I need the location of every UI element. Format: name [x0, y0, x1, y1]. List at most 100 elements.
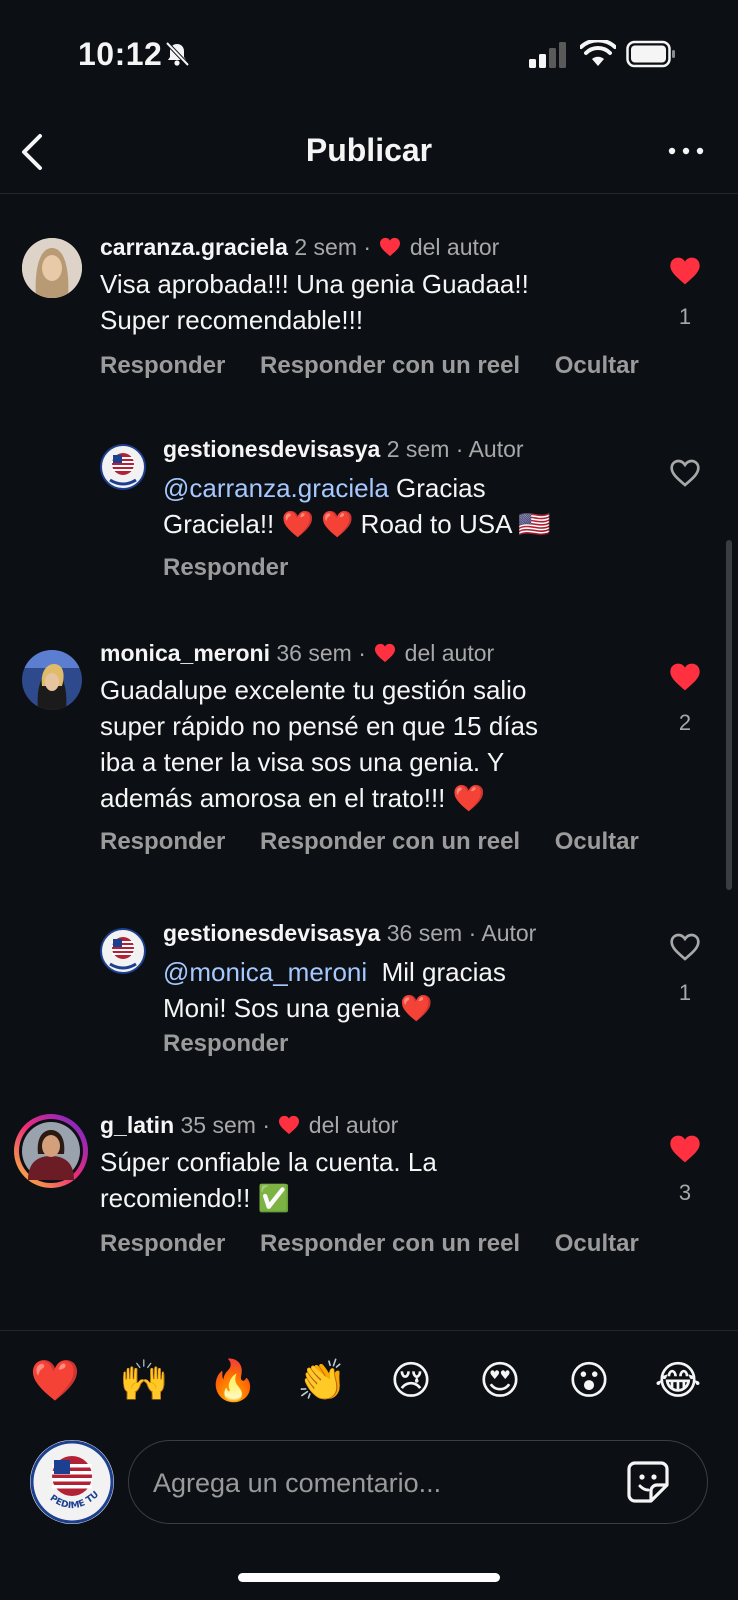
author-badge: del autor	[404, 640, 495, 666]
comment: monica_meroni 36 sem · del autor Guadalu…	[0, 636, 738, 876]
reply-with-reel-button[interactable]: Responder con un reel	[260, 352, 520, 379]
username[interactable]: carranza.graciela	[100, 234, 288, 260]
username[interactable]: gestionesdevisasya	[163, 436, 380, 462]
pedime-tu-visa-logo	[100, 444, 146, 490]
like-count: 3	[678, 1180, 692, 1205]
comment-header: monica_meroni 36 sem · del autor	[100, 640, 494, 667]
comment-input-container	[128, 1440, 708, 1524]
username[interactable]: g_latin	[100, 1112, 174, 1138]
home-indicator	[238, 1573, 500, 1582]
comment-actions: Responder	[163, 554, 316, 582]
emoji-raised-hands-button[interactable]: 🙌	[119, 1356, 169, 1406]
emoji-laugh-button[interactable]: 😂	[653, 1356, 703, 1406]
like-button[interactable]	[665, 1134, 705, 1169]
comment-line: Super recomendable!!!	[100, 305, 364, 335]
sticker-icon[interactable]	[625, 1459, 671, 1505]
avatar[interactable]	[100, 928, 146, 974]
comment-line: Visa aprobada!!! Una genia Guadaa!!	[100, 269, 529, 299]
page-title: Publicar	[305, 132, 433, 168]
avatar-image	[22, 650, 82, 710]
pedime-tu-visa-logo: PEDIME TU VISA	[30, 1440, 114, 1524]
hide-button[interactable]: Ocultar	[555, 352, 639, 379]
scrollbar[interactable]	[726, 540, 732, 890]
like-button[interactable]	[665, 932, 705, 967]
separator: ·	[468, 920, 477, 946]
top-bar: Publicar	[0, 110, 738, 194]
comment-time: 2 sem	[294, 234, 357, 260]
heart-filled-icon	[670, 663, 700, 691]
comment-text: Visa aprobada!!! Una genia Guadaa!! Supe…	[100, 266, 660, 338]
comment-actions: Responder Responder con un reel Ocultar	[100, 1230, 667, 1258]
reply-with-reel-button[interactable]: Responder con un reel	[260, 828, 520, 855]
heart-filled-icon	[670, 257, 700, 285]
comment-input[interactable]	[153, 1461, 593, 1505]
comment-actions: Responder Responder con un reel Ocultar	[100, 352, 667, 380]
comment-header: gestionesdevisasya 36 sem · Autor	[163, 920, 536, 947]
comment-text: @monica_meroni Mil gracias Moni! Sos una…	[163, 954, 643, 1026]
emoji-heart-eyes-button[interactable]: 😍	[475, 1356, 525, 1406]
like-button[interactable]	[665, 458, 705, 493]
battery-icon	[626, 40, 675, 68]
heart-outline-icon	[670, 933, 700, 961]
status-bar: 10:12	[0, 0, 738, 110]
hide-button[interactable]: Ocultar	[555, 1230, 639, 1257]
reply: gestionesdevisasya 36 sem · Autor @monic…	[0, 918, 738, 1088]
emoji-surprised-button[interactable]: 😮	[564, 1356, 614, 1406]
hide-button[interactable]: Ocultar	[555, 828, 639, 855]
comment-text: Súper confiable la cuenta. La recomiendo…	[100, 1144, 660, 1216]
reply-button[interactable]: Responder	[100, 828, 225, 855]
comment-actions: Responder Responder con un reel Ocultar	[100, 828, 667, 856]
wifi-icon	[580, 40, 616, 66]
like-count: 1	[678, 980, 692, 1005]
comment-line: Graciela!! ❤️ ❤️ Road to USA 🇺🇸	[163, 509, 551, 539]
emoji-fire-button[interactable]: 🔥	[208, 1356, 258, 1406]
emoji-heart-button[interactable]: ❤️	[30, 1356, 80, 1406]
reply-button[interactable]: Responder	[163, 554, 288, 581]
author-liked-heart-icon	[279, 1115, 300, 1135]
separator: ·	[262, 1112, 271, 1138]
comment: g_latin 35 sem · del autor Súper confiab…	[0, 1112, 738, 1282]
comment-time: 35 sem	[180, 1112, 256, 1138]
current-user-avatar[interactable]: PEDIME TU VISA	[30, 1440, 114, 1524]
comment-time: 36 sem	[276, 640, 352, 666]
reply-button[interactable]: Responder	[163, 1030, 288, 1057]
comment-line: recomiendo!! ✅	[100, 1183, 290, 1213]
mention-link[interactable]: @monica_meroni	[163, 957, 367, 987]
comment: carranza.graciela 2 sem · del autor Visa…	[0, 230, 738, 400]
mention-link[interactable]: @carranza.graciela	[163, 473, 389, 503]
comment-time: 36 sem	[386, 920, 463, 946]
username[interactable]: gestionesdevisasya	[163, 920, 380, 946]
reply-button[interactable]: Responder	[100, 352, 225, 379]
comment-line: iba a tener la visa sos una genia. Y	[100, 747, 505, 777]
reply-with-reel-button[interactable]: Responder con un reel	[260, 1230, 520, 1257]
emoji-cry-button[interactable]: 😢	[386, 1356, 436, 1406]
avatar[interactable]	[22, 650, 82, 710]
pedime-tu-visa-logo	[100, 928, 146, 974]
avatar[interactable]	[22, 238, 82, 298]
emoji-clap-button[interactable]: 👏	[297, 1356, 347, 1406]
username[interactable]: monica_meroni	[100, 640, 270, 666]
avatar-with-story-ring[interactable]	[14, 1114, 88, 1188]
comment-text: Guadalupe excelente tu gestión salio sup…	[100, 672, 660, 816]
more-options-icon[interactable]	[664, 134, 710, 168]
comment-header: carranza.graciela 2 sem · del autor	[100, 234, 499, 261]
comment-line: Guadalupe excelente tu gestión salio	[100, 675, 527, 705]
bell-off-icon	[165, 41, 190, 67]
author-liked-heart-icon	[380, 237, 401, 257]
comment-text: @carranza.graciela Gracias Graciela!! ❤️…	[163, 470, 643, 542]
reply: gestionesdevisasya 2 sem · Autor @carran…	[0, 434, 738, 604]
quick-emoji-bar: ❤️ 🙌 🔥 👏 😢 😍 😮 😂	[30, 1356, 720, 1412]
avatar[interactable]	[100, 444, 146, 490]
like-button[interactable]	[665, 662, 705, 697]
separator: ·	[358, 640, 366, 666]
author-badge: Autor	[481, 920, 537, 946]
reply-button[interactable]: Responder	[100, 1230, 225, 1257]
author-liked-heart-icon	[375, 643, 396, 663]
like-count: 2	[678, 710, 692, 735]
author-badge: del autor	[409, 234, 500, 260]
like-count: 1	[678, 304, 692, 329]
comment-line: Moni! Sos una genia❤️	[163, 993, 433, 1023]
comment-time: 2 sem	[386, 436, 450, 462]
separator: ·	[363, 234, 372, 260]
like-button[interactable]	[665, 256, 705, 291]
